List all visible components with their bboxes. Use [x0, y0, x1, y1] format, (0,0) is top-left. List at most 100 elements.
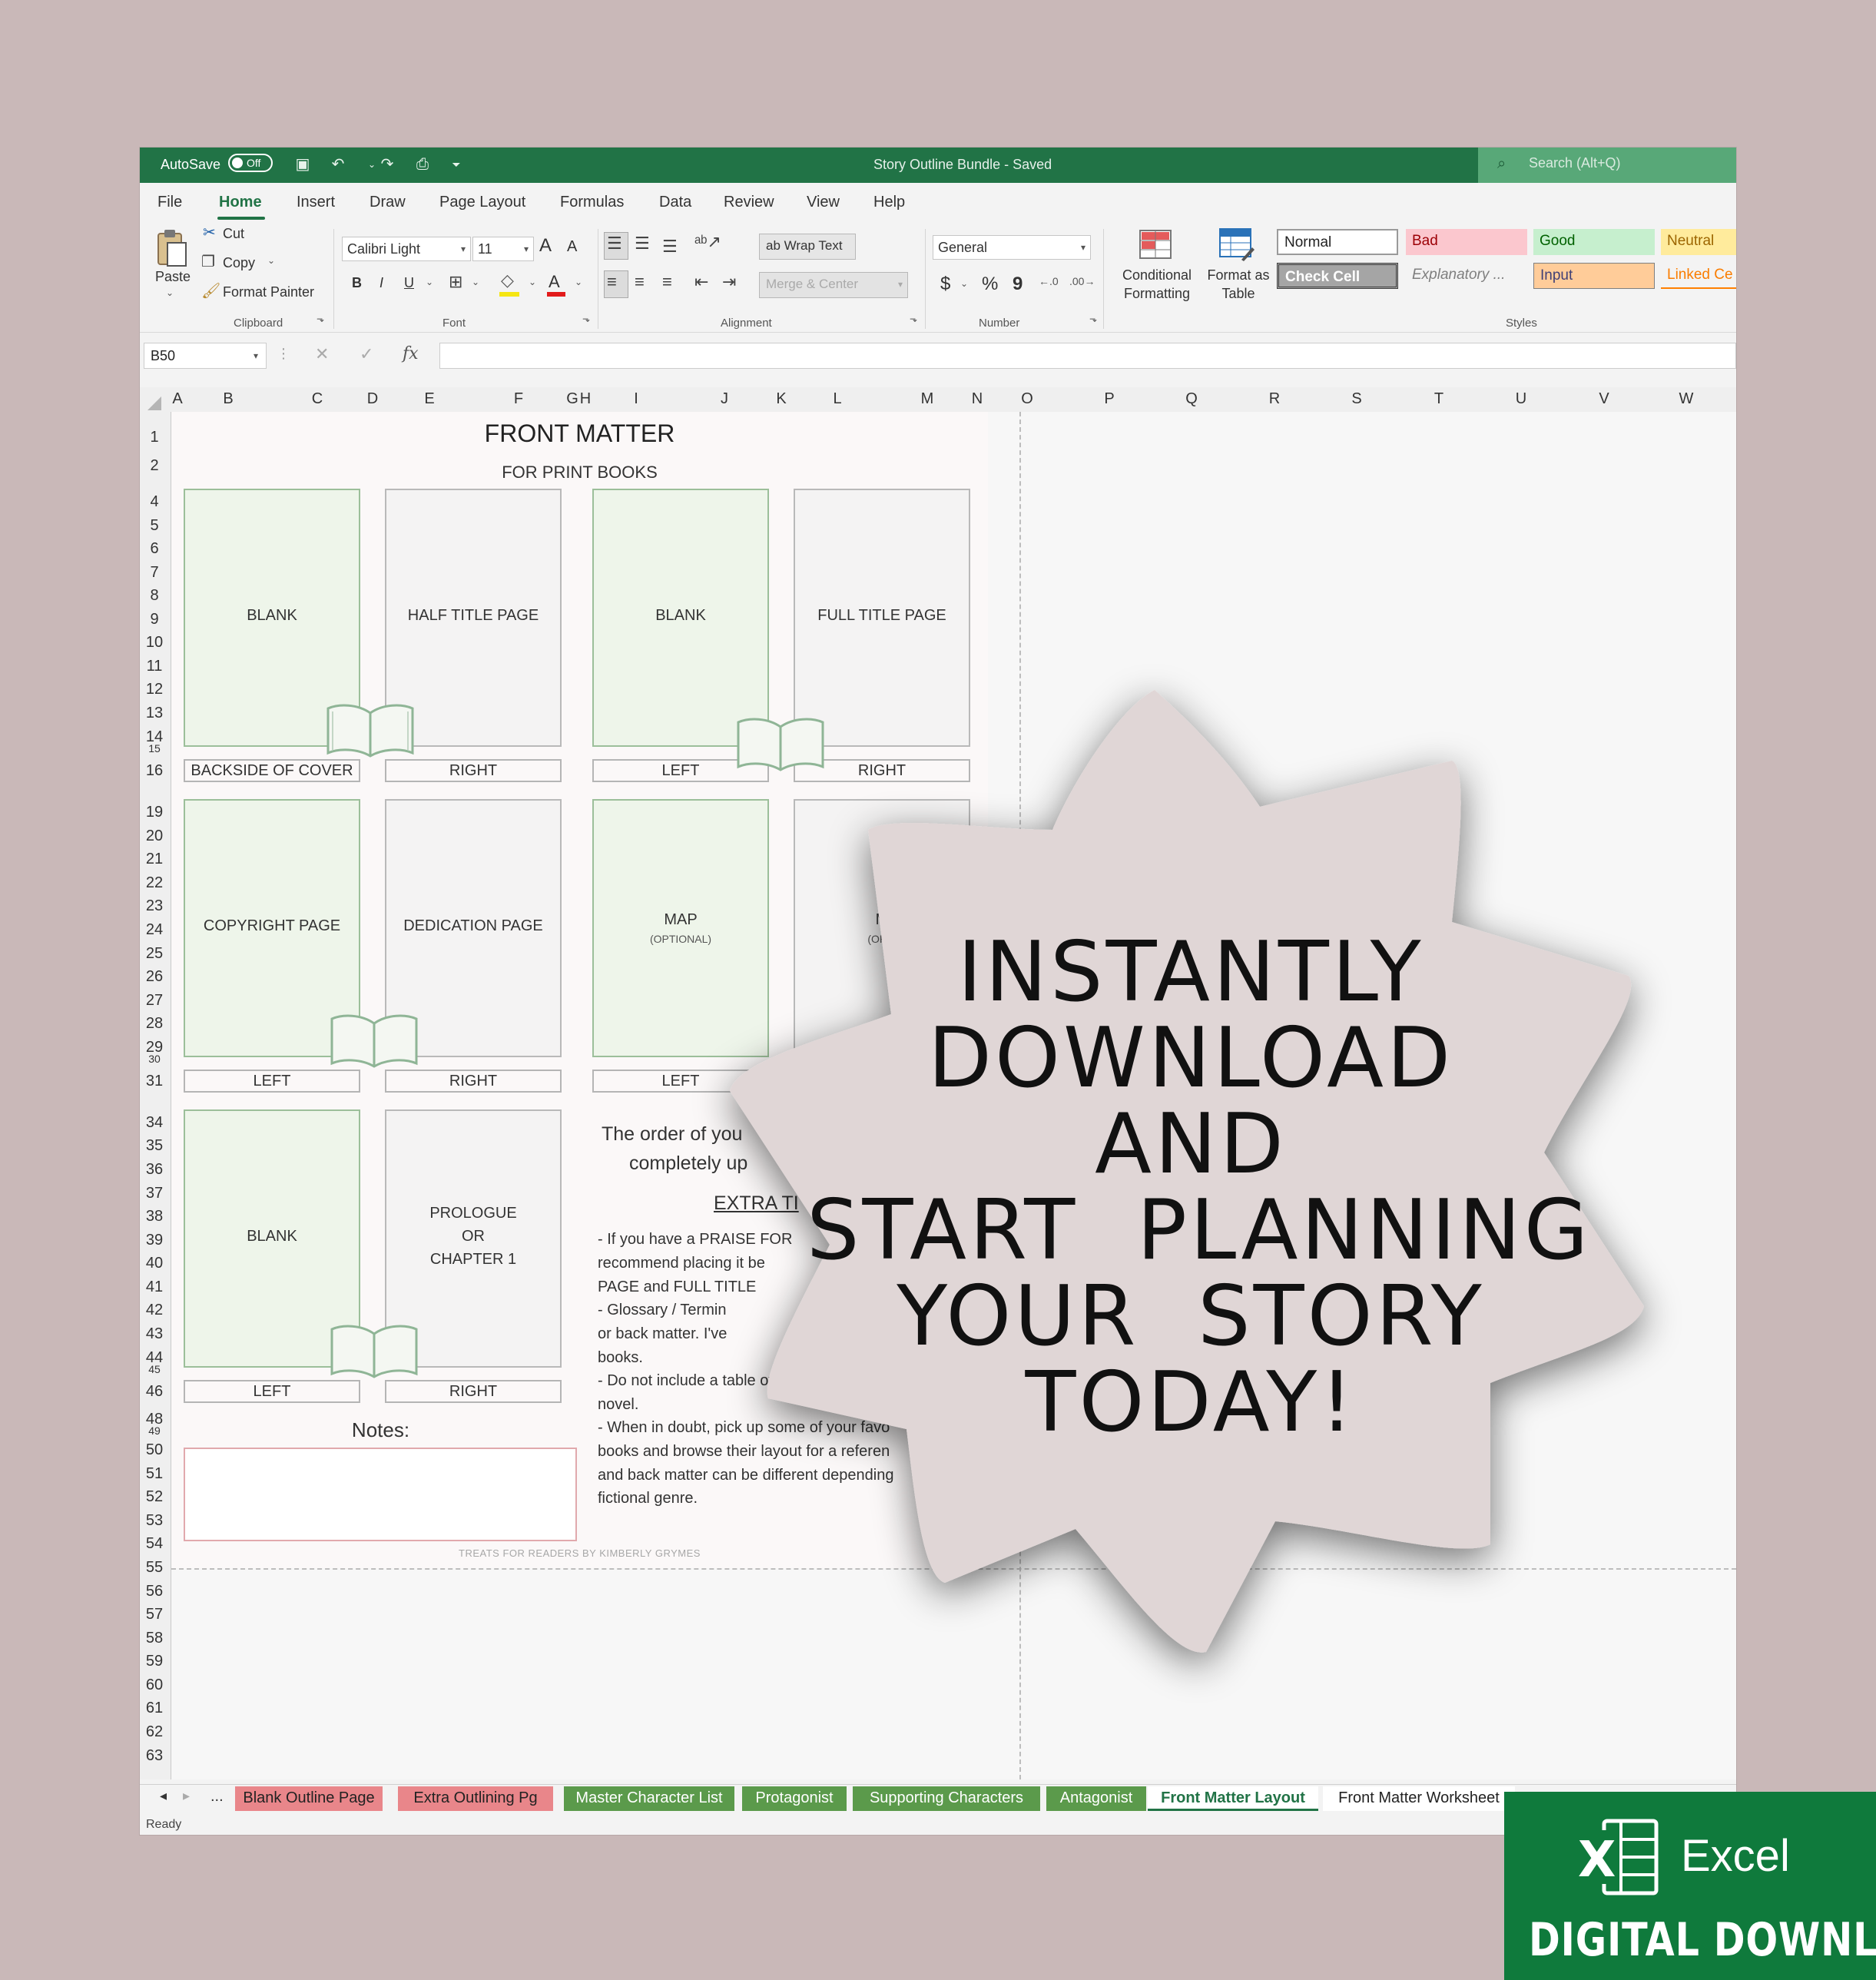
sheet-tab[interactable]: Extra Outlining Pg	[398, 1786, 553, 1811]
undo-icon[interactable]: ↶	[329, 155, 347, 174]
row-15[interactable]: 15	[140, 742, 169, 755]
fill-color-icon[interactable]: ◇	[501, 270, 514, 290]
sheet-tab[interactable]: Blank Outline Page	[235, 1786, 383, 1811]
format-painter-button[interactable]: Format Painter	[223, 284, 314, 300]
row-7[interactable]: 7	[140, 564, 169, 582]
row-59[interactable]: 59	[140, 1653, 169, 1670]
style-input[interactable]: Input	[1533, 263, 1655, 289]
sheet-tab[interactable]: Front Matter Worksheet	[1323, 1786, 1515, 1811]
col-e[interactable]: E	[424, 390, 434, 408]
row-13[interactable]: 13	[140, 705, 169, 722]
col-t[interactable]: T	[1434, 390, 1443, 408]
row-53[interactable]: 53	[140, 1512, 169, 1530]
number-format-select[interactable]: General ▾	[933, 235, 1091, 260]
style-linked-cell[interactable]: Linked Ce	[1661, 263, 1736, 289]
redo-icon[interactable]: ↷	[378, 155, 396, 174]
tab-data[interactable]: Data	[659, 194, 691, 211]
row-28[interactable]: 28	[140, 1015, 169, 1033]
col-i[interactable]: I	[634, 390, 638, 408]
format-painter-icon[interactable]: 🖌	[201, 281, 220, 300]
row-34[interactable]: 34	[140, 1114, 169, 1132]
row-1[interactable]: 1	[140, 429, 169, 446]
row-45[interactable]: 45	[140, 1363, 169, 1375]
row-56[interactable]: 56	[140, 1583, 169, 1600]
paste-button[interactable]: Paste	[155, 269, 191, 285]
font-name-select[interactable]: Calibri Light ▾	[342, 237, 471, 261]
save-icon[interactable]: ▣	[293, 155, 312, 174]
borders-dropdown-icon[interactable]: ⌄	[472, 277, 479, 287]
sheet-tab-active[interactable]: Front Matter Layout	[1148, 1786, 1318, 1811]
row-51[interactable]: 51	[140, 1465, 169, 1483]
row-57[interactable]: 57	[140, 1606, 169, 1623]
tab-help[interactable]: Help	[873, 194, 905, 211]
tab-insert[interactable]: Insert	[297, 194, 335, 211]
sheet-tab[interactable]: Supporting Characters	[853, 1786, 1040, 1811]
currency-dropdown-icon[interactable]: ⌄	[960, 278, 968, 289]
decrease-decimal-icon[interactable]: .00→	[1069, 275, 1095, 287]
autosave-toggle[interactable]: Off	[228, 154, 273, 172]
row-16[interactable]: 16	[140, 762, 169, 780]
row-26[interactable]: 26	[140, 968, 169, 986]
align-right-icon[interactable]: ≡	[662, 272, 672, 292]
borders-icon[interactable]: ⊞	[449, 272, 462, 292]
enter-icon[interactable]: ✓	[360, 344, 373, 364]
bottom-align-icon[interactable]: ☰	[662, 237, 678, 257]
row-8[interactable]: 8	[140, 587, 169, 605]
row-30[interactable]: 30	[140, 1053, 169, 1065]
tab-file[interactable]: File	[157, 194, 182, 211]
row-27[interactable]: 27	[140, 992, 169, 1010]
comma-button[interactable]: 9	[1013, 274, 1023, 295]
col-q[interactable]: Q	[1185, 390, 1198, 408]
row-25[interactable]: 25	[140, 945, 169, 963]
format-as-table-button[interactable]: Format as Table	[1202, 266, 1275, 303]
row-31[interactable]: 31	[140, 1073, 169, 1090]
clipboard-launcher-icon[interactable]: ⬎	[317, 313, 324, 324]
font-launcher-icon[interactable]: ⬎	[582, 313, 590, 324]
tab-view[interactable]: View	[807, 194, 840, 211]
next-sheet-icon[interactable]: ▸	[183, 1788, 190, 1804]
row-60[interactable]: 60	[140, 1677, 169, 1694]
cut-icon[interactable]: ✂	[203, 223, 216, 242]
style-normal[interactable]: Normal	[1277, 229, 1398, 255]
row-22[interactable]: 22	[140, 874, 169, 892]
sheet-tab[interactable]: Antagonist	[1046, 1786, 1146, 1811]
col-o[interactable]: O	[1021, 390, 1033, 408]
row-5[interactable]: 5	[140, 517, 169, 535]
row-36[interactable]: 36	[140, 1161, 169, 1179]
insert-function-icon[interactable]: fx	[403, 344, 419, 363]
notes-box[interactable]	[184, 1448, 577, 1541]
row-62[interactable]: 62	[140, 1723, 169, 1741]
row-35[interactable]: 35	[140, 1137, 169, 1155]
orientation-icon[interactable]: ᵃᵇ↗	[694, 232, 721, 252]
row-52[interactable]: 52	[140, 1488, 169, 1506]
row-55[interactable]: 55	[140, 1559, 169, 1577]
decrease-font-icon[interactable]: A	[567, 238, 577, 256]
row-39[interactable]: 39	[140, 1232, 169, 1249]
tab-formulas[interactable]: Formulas	[560, 194, 624, 211]
increase-indent-icon[interactable]: ⇥	[722, 272, 736, 292]
row-42[interactable]: 42	[140, 1302, 169, 1319]
row-40[interactable]: 40	[140, 1255, 169, 1272]
col-n[interactable]: N	[972, 390, 983, 408]
col-h[interactable]: H	[580, 390, 591, 408]
col-w[interactable]: W	[1679, 390, 1694, 408]
col-d[interactable]: D	[367, 390, 378, 408]
col-u[interactable]: U	[1516, 390, 1526, 408]
row-9[interactable]: 9	[140, 611, 169, 628]
conditional-formatting-icon[interactable]	[1139, 229, 1172, 260]
col-a[interactable]: A	[172, 390, 182, 408]
col-r[interactable]: R	[1269, 390, 1280, 408]
middle-align-icon[interactable]: ☰	[635, 234, 650, 254]
font-color-icon[interactable]: A	[549, 272, 560, 292]
row-61[interactable]: 61	[140, 1700, 169, 1717]
row-12[interactable]: 12	[140, 681, 169, 698]
wrap-text-button[interactable]: ab Wrap Text	[759, 234, 856, 260]
row-4[interactable]: 4	[140, 493, 169, 511]
col-b[interactable]: B	[223, 390, 233, 408]
row-19[interactable]: 19	[140, 804, 169, 821]
style-explanatory[interactable]: Explanatory ...	[1406, 263, 1527, 289]
row-23[interactable]: 23	[140, 897, 169, 915]
number-launcher-icon[interactable]: ⬎	[1089, 313, 1097, 324]
style-good[interactable]: Good	[1533, 229, 1655, 255]
style-bad[interactable]: Bad	[1406, 229, 1527, 255]
